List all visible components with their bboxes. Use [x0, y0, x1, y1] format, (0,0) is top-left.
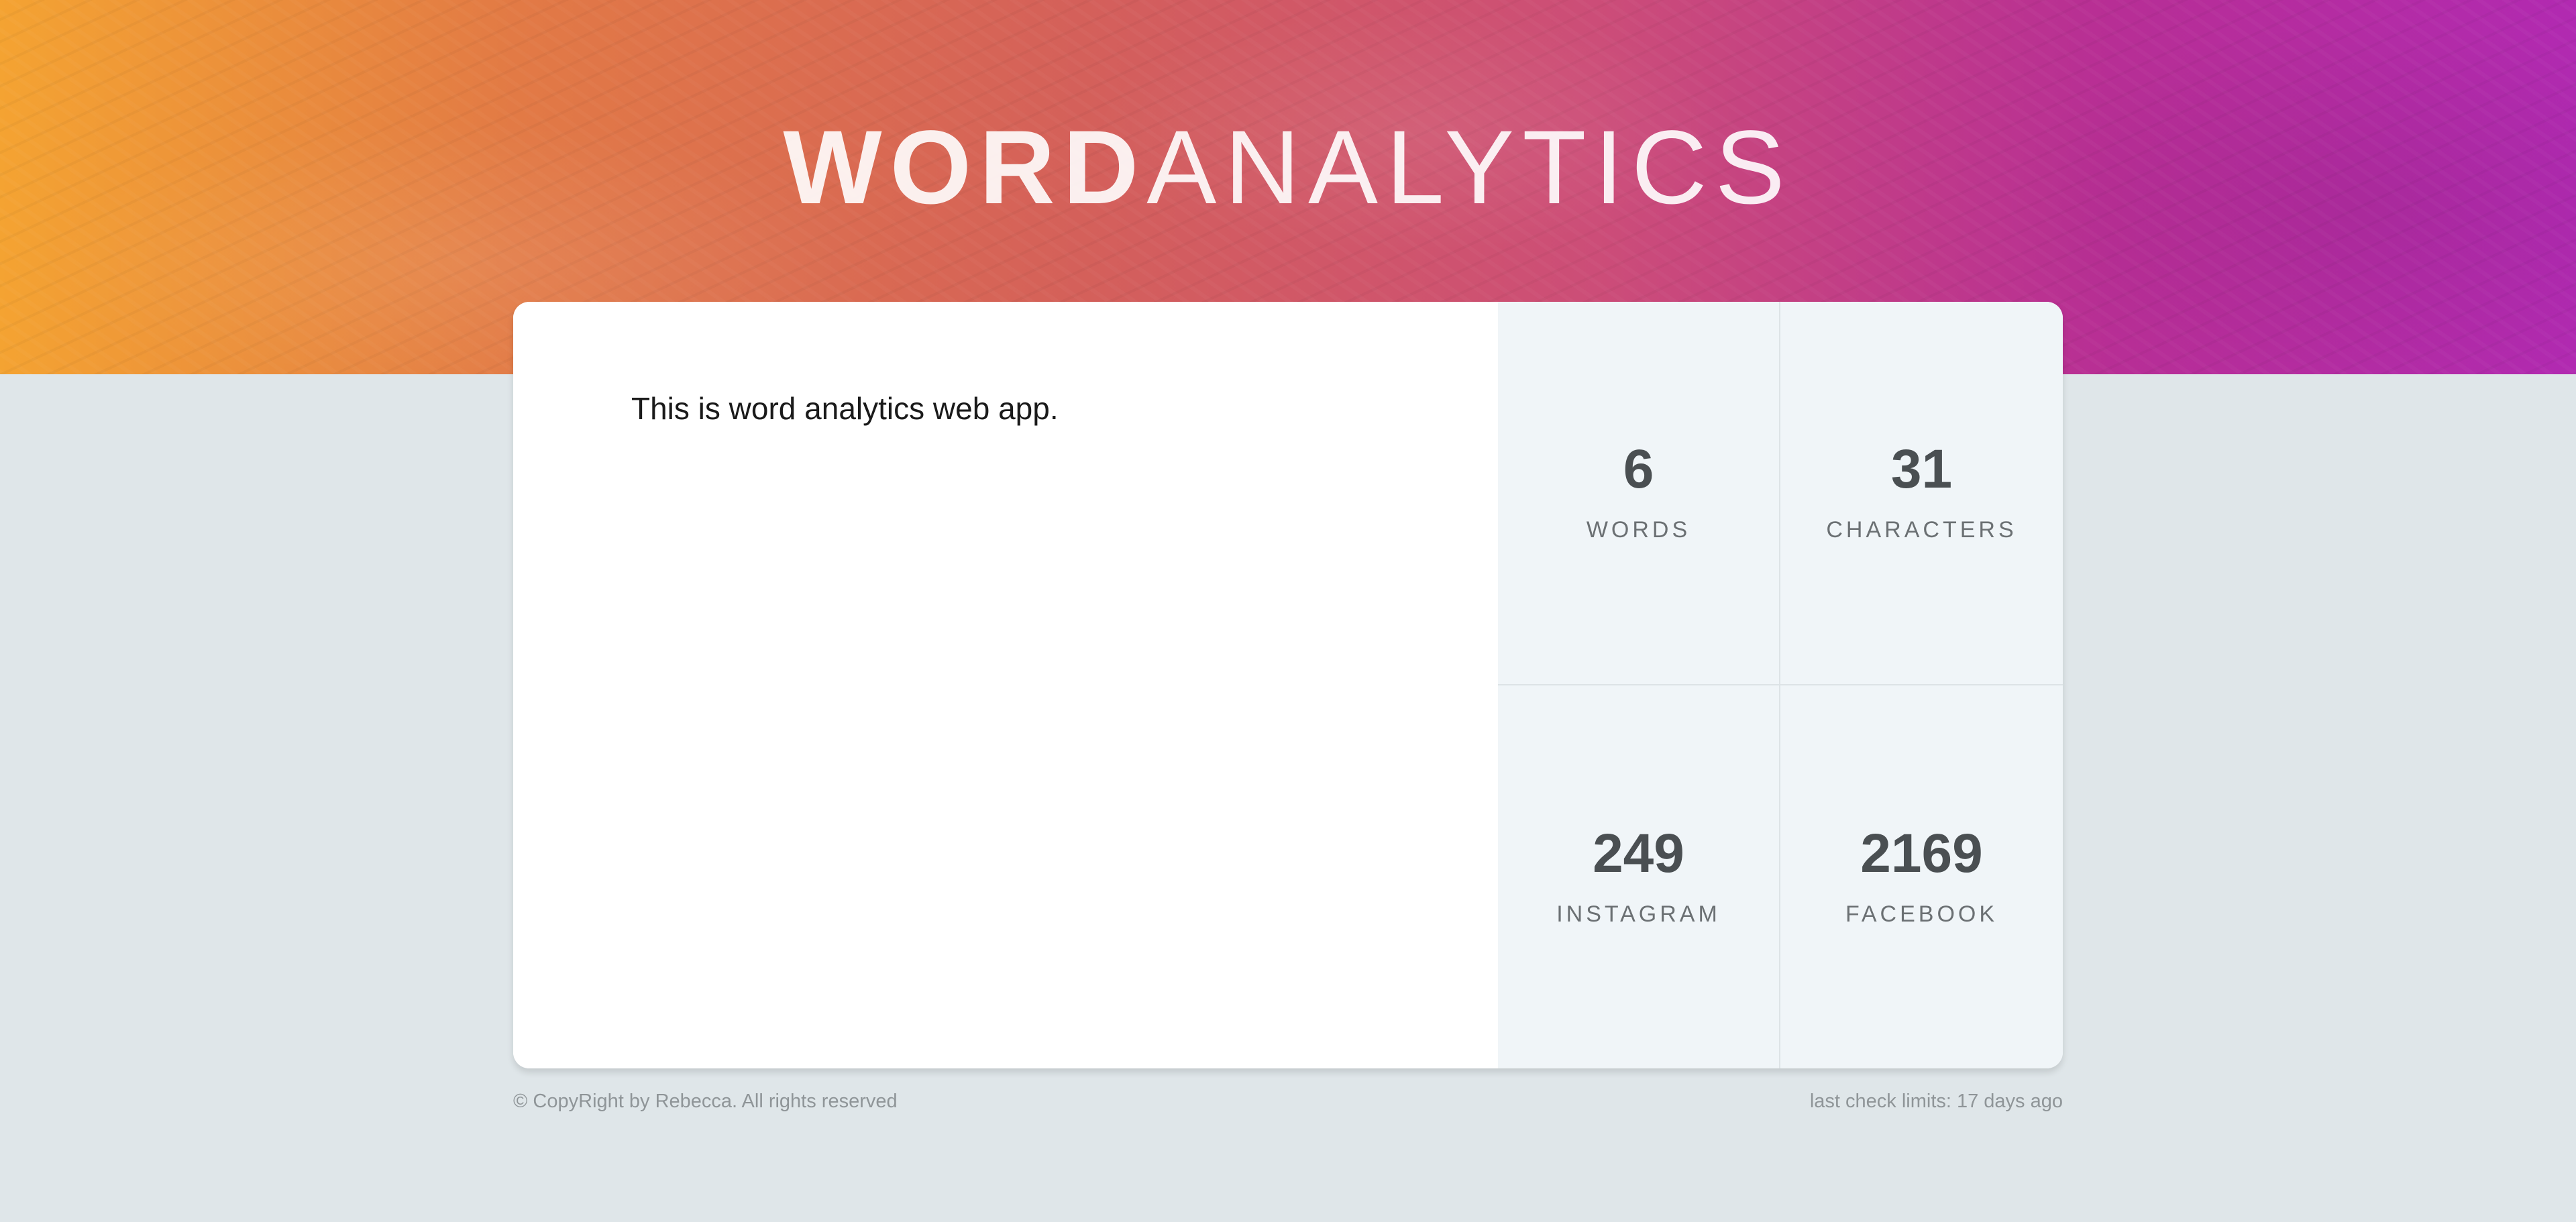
- stat-facebook-label: FACEBOOK: [1845, 901, 1998, 927]
- text-input[interactable]: [513, 302, 1498, 1068]
- stat-characters-label: CHARACTERS: [1826, 517, 2017, 543]
- stats-panel: 6 WORDS 31 CHARACTERS 249 INSTAGRAM 2169…: [1498, 302, 2063, 1068]
- app-title-bold: WORD: [783, 109, 1147, 226]
- stat-words: 6 WORDS: [1498, 302, 1780, 685]
- stat-instagram-value: 249: [1593, 822, 1684, 884]
- stat-words-label: WORDS: [1586, 517, 1691, 543]
- stat-instagram-label: INSTAGRAM: [1556, 901, 1721, 927]
- stat-facebook: 2169 FACEBOOK: [1780, 685, 2063, 1069]
- app-title-light: ANALYTICS: [1146, 109, 1793, 226]
- stat-facebook-value: 2169: [1860, 822, 1983, 884]
- copyright-text: © CopyRight by Rebecca. All rights reser…: [513, 1091, 898, 1112]
- stat-characters-value: 31: [1890, 439, 1953, 500]
- app-title: WORDANALYTICS: [0, 107, 2576, 228]
- stat-characters: 31 CHARACTERS: [1780, 302, 2063, 685]
- page-footer: © CopyRight by Rebecca. All rights reser…: [513, 1091, 2063, 1113]
- stat-instagram: 249 INSTAGRAM: [1498, 685, 1780, 1068]
- stat-words-value: 6: [1623, 439, 1654, 500]
- last-check-text: last check limits: 17 days ago: [1809, 1091, 2063, 1112]
- analytics-card: 6 WORDS 31 CHARACTERS 249 INSTAGRAM 2169…: [513, 302, 2063, 1068]
